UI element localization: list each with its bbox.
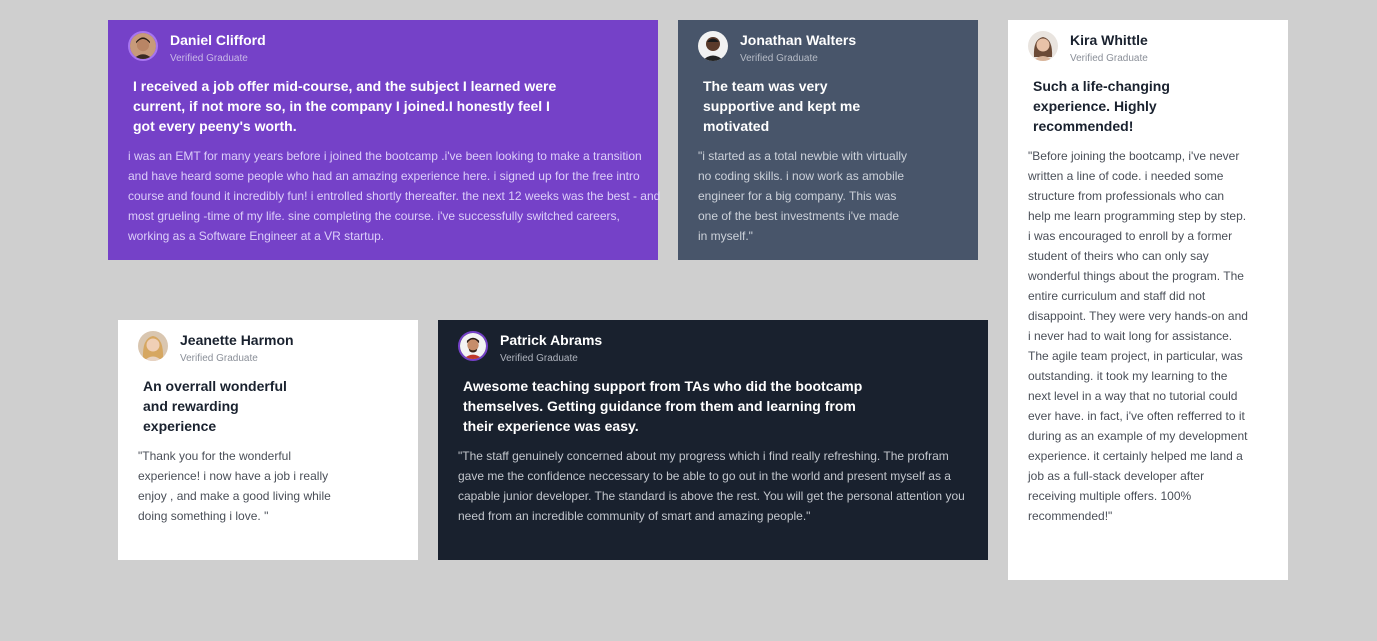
- author-name: Daniel Clifford: [170, 32, 266, 48]
- testimonial-card-jeanette: Jeanette Harmon Verified Graduate An ove…: [118, 320, 418, 560]
- avatar-patrick-icon: [458, 331, 488, 361]
- author-role: Verified Graduate: [180, 353, 258, 364]
- avatar-daniel-icon: [128, 31, 158, 61]
- author-name: Patrick Abrams: [500, 332, 603, 348]
- author-name: Kira Whittle: [1070, 32, 1148, 48]
- author-name: Jeanette Harmon: [180, 332, 294, 348]
- testimonial-body: "i started as a total newbie with virtua…: [698, 149, 908, 243]
- testimonial-headline: Such a life-changing experience. Highly …: [1033, 78, 1170, 134]
- testimonial-body: "Before joining the bootcamp, i've never…: [1028, 149, 1248, 523]
- testimonial-headline: I received a job offer mid-course, and t…: [133, 78, 557, 134]
- author-role: Verified Graduate: [1070, 53, 1148, 64]
- testimonial-body: i was an EMT for many years before i joi…: [128, 149, 661, 243]
- testimonial-card-kira: Kira Whittle Verified Graduate Such a li…: [1008, 20, 1288, 580]
- author-role: Verified Graduate: [500, 353, 578, 364]
- avatar-jonathan-icon: [698, 31, 728, 61]
- testimonial-headline: Awesome teaching support from TAs who di…: [463, 378, 863, 434]
- avatar-kira-icon: [1028, 31, 1058, 61]
- testimonial-card-jonathan: Jonathan Walters Verified Graduate The t…: [678, 20, 978, 260]
- testimonial-headline: An overrall wonderful and rewarding expe…: [143, 378, 287, 434]
- testimonial-card-daniel: Daniel Clifford Verified Graduate I rece…: [108, 20, 660, 260]
- testimonial-headline: The team was very supportive and kept me…: [703, 78, 861, 134]
- testimonial-body: "Thank you for the wonderful experience!…: [138, 449, 331, 523]
- testimonial-card-patrick: Patrick Abrams Verified Graduate Awesome…: [438, 320, 988, 560]
- author-role: Verified Graduate: [170, 53, 248, 64]
- testimonial-body: "The staff genuinely concerned about my …: [458, 449, 965, 523]
- author-role: Verified Graduate: [740, 53, 818, 64]
- author-name: Jonathan Walters: [740, 32, 857, 48]
- avatar-jeanette-icon: [138, 331, 168, 361]
